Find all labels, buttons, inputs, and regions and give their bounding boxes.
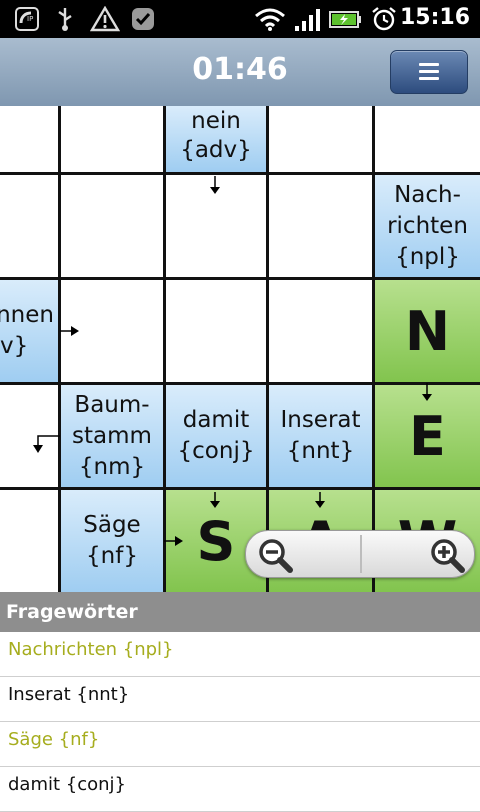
zoom-in-icon [431,539,465,573]
clue-word: Baum- [74,391,150,418]
clue-word: stamm [72,422,152,449]
word-item[interactable]: damit {conj} [0,767,480,812]
grid-line [0,382,480,385]
menu-icon [419,63,439,81]
check-icon [130,6,156,32]
clue-type: v} [0,333,29,359]
letter-cell-n[interactable]: N [375,280,480,382]
grid-line [0,172,480,175]
clue-word: Säge [83,512,141,538]
clue-type: {npl} [395,243,460,270]
grid-line [163,106,166,592]
clue-word: nnen [0,302,54,328]
crossword-grid[interactable]: nein {adv} Nach- richten {npl} nnen v} N… [0,106,480,592]
grid-cell[interactable] [375,106,480,172]
word-list: Nachrichten {npl} Inserat {nnt} Säge {nf… [0,632,480,812]
wifi-icon [254,6,286,32]
word-item[interactable]: Säge {nf} [0,722,480,767]
clue-type: {adv} [180,137,252,163]
grid-line [372,106,375,592]
alarm-icon [370,6,398,32]
arrow-right-icon [164,536,183,546]
clue-type: {conj} [177,438,255,464]
battery-charging-icon [328,6,364,32]
arrow-down-icon [315,492,325,508]
grid-cell[interactable] [0,106,58,172]
word-item[interactable]: Inserat {nnt} [0,677,480,722]
grid-cell[interactable] [269,280,372,382]
grid-line [58,106,61,592]
arrow-left-down-icon [33,435,60,453]
zoom-in-button[interactable] [360,531,474,577]
signal-icon [294,6,322,32]
arrow-right-icon [60,326,79,336]
clue-type: {nnt} [286,438,355,464]
arrow-down-icon [210,176,220,194]
clue-cell-saege[interactable]: Säge {nf} [61,490,163,592]
clue-cell-partial[interactable]: nnen v} [0,280,58,382]
zoom-out-icon [259,539,293,573]
grid-cell[interactable] [269,106,372,172]
clue-cell-nachrichten[interactable]: Nach- richten {npl} [375,175,480,277]
grid-cell[interactable] [166,280,266,382]
clue-word: damit [182,407,250,433]
grid-line [0,487,480,490]
arrow-down-icon [210,492,220,508]
status-time: 15:16 [399,5,470,30]
zoom-control [245,530,475,578]
word-list-header: Fragewörter [0,592,480,632]
clue-word: nein [191,108,241,134]
warning-icon [90,6,120,32]
voip-icon: IP [14,6,40,32]
clue-type: {nf} [86,543,138,569]
title-bar: 01:46 [0,38,480,107]
clue-word: Nach- [394,181,461,208]
arrow-down-icon [422,383,432,401]
clue-word: Inserat [280,407,361,433]
grid-line [266,106,269,592]
clue-cell-inserat[interactable]: Inserat {nnt} [269,385,372,487]
clue-cell-nein[interactable]: nein {adv} [166,106,266,172]
grid-cell[interactable] [61,106,163,172]
grid-cell[interactable] [61,175,163,277]
grid-cell[interactable] [0,175,58,277]
clue-type: {nm} [78,453,146,480]
word-item[interactable]: Nachrichten {npl} [0,632,480,677]
svg-text:IP: IP [27,15,33,23]
status-bar: IP 15:16 [0,0,480,38]
zoom-out-button[interactable] [246,531,360,577]
clue-cell-baumstamm[interactable]: Baum- stamm {nm} [61,385,163,487]
clue-word: richten [387,212,468,239]
usb-icon [52,6,78,32]
grid-cell[interactable] [0,490,58,592]
grid-line [0,277,480,280]
grid-cell[interactable] [269,175,372,277]
clue-cell-damit[interactable]: damit {conj} [166,385,266,487]
menu-button[interactable] [390,50,468,94]
